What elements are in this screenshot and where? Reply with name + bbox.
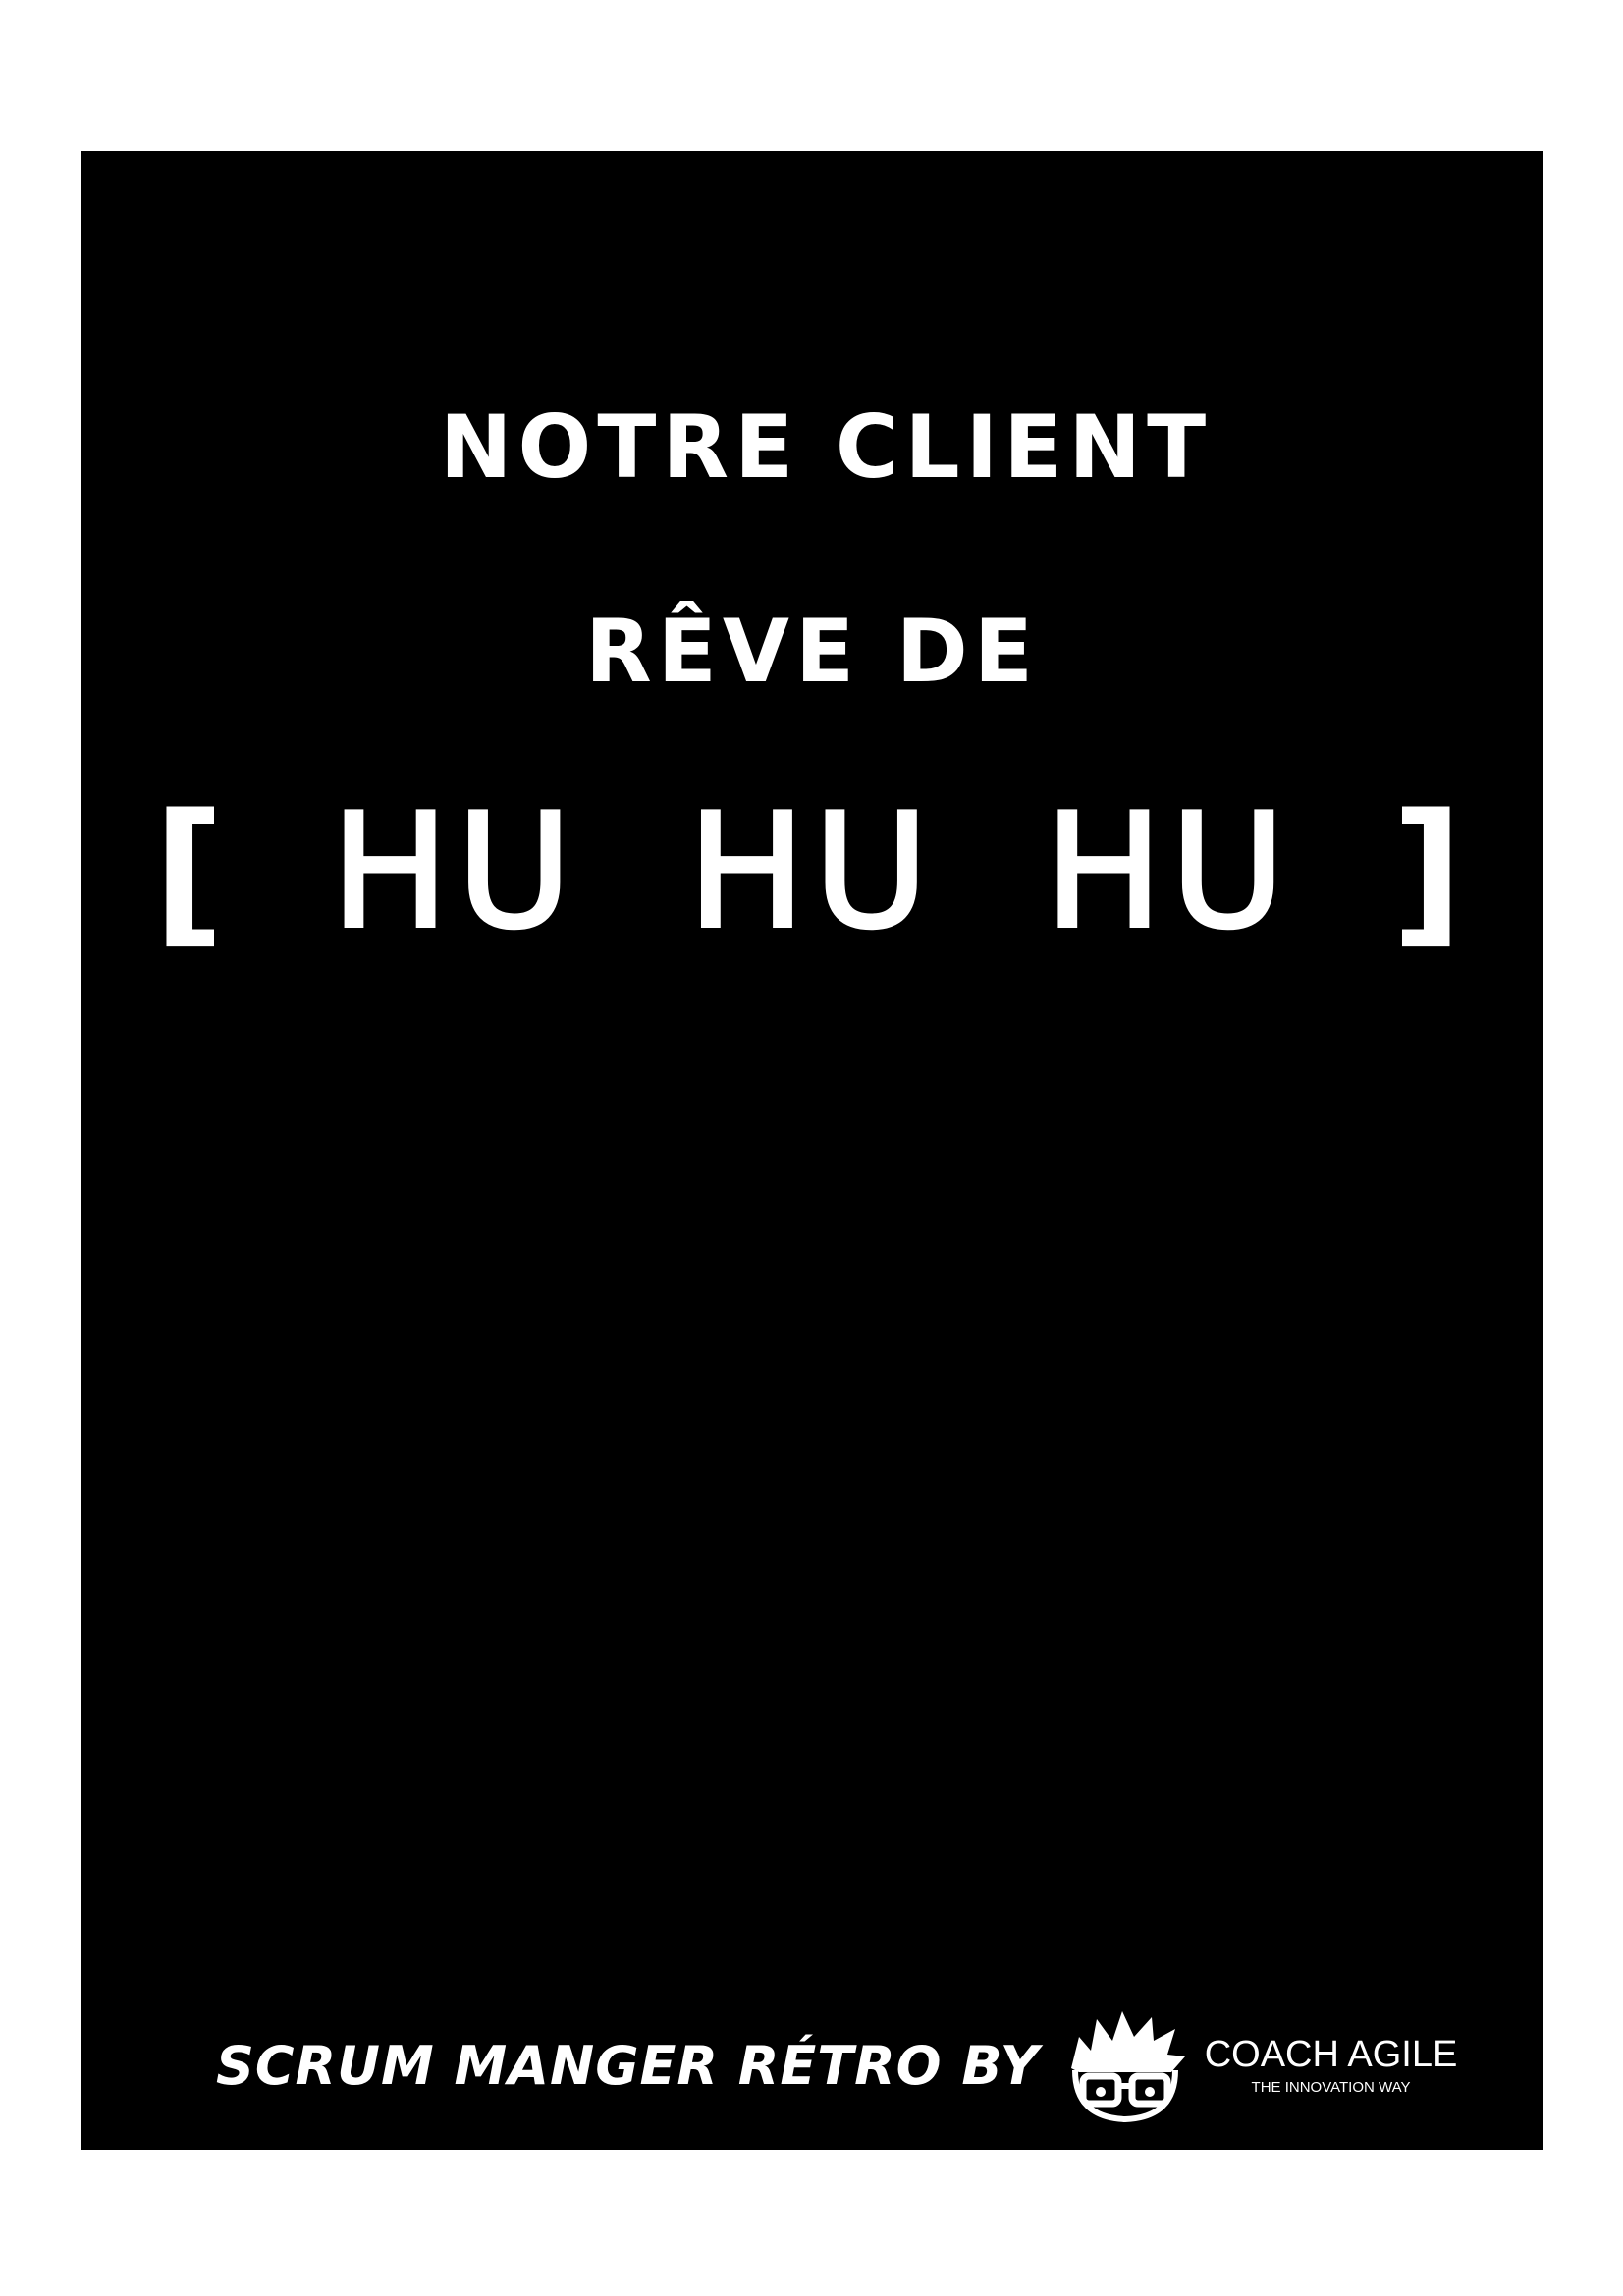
brand-subtitle: THE INNOVATION WAY bbox=[1251, 2078, 1411, 2096]
close-bracket: ] bbox=[1391, 779, 1472, 963]
word-3: HU bbox=[1043, 777, 1294, 965]
open-bracket: [ bbox=[152, 779, 233, 963]
word-1: HU bbox=[329, 777, 580, 965]
brand-name: COACH AGILE bbox=[1204, 2033, 1458, 2075]
brand-logo: COACH AGILE THE INNOVATION WAY bbox=[1205, 2036, 1458, 2096]
footer: SCRUM MANGER RÉTRO BY COACH AGILE THE IN… bbox=[216, 1997, 1457, 2134]
heading-line-3: [ HU HU HU ] bbox=[81, 777, 1543, 965]
cartoon-face-with-glasses-icon bbox=[1070, 2011, 1185, 2123]
word-2: HU bbox=[685, 777, 937, 965]
card: NOTRE CLIENT RÊVE DE [ HU HU HU ] SCRUM … bbox=[81, 151, 1543, 2150]
heading-line-1: NOTRE CLIENT bbox=[439, 397, 1213, 498]
heading-line-2: RÊVE DE bbox=[585, 601, 1039, 702]
footer-tagline: SCRUM MANGER RÉTRO BY bbox=[216, 2034, 1040, 2097]
